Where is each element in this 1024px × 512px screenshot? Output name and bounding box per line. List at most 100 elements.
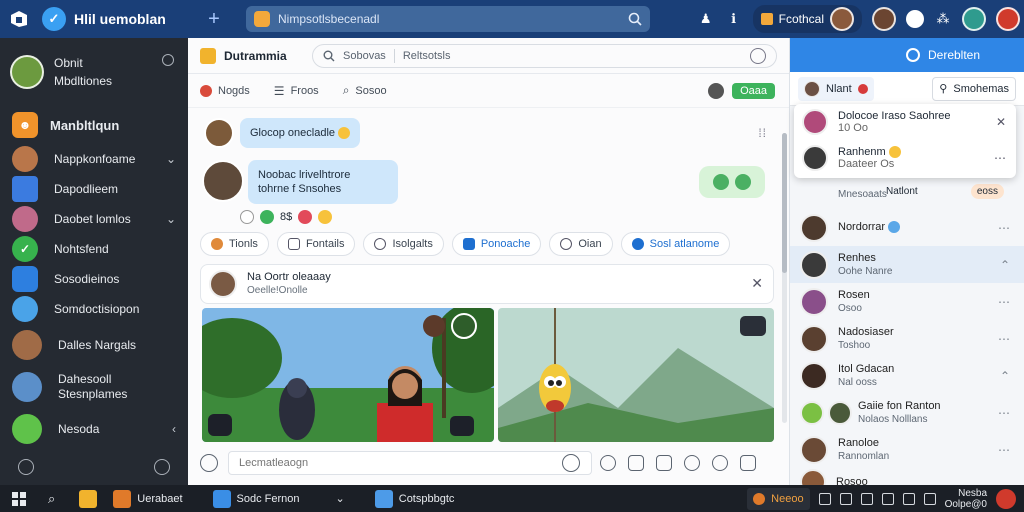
search-icon[interactable] [906,48,920,62]
history-icon[interactable] [750,47,766,64]
search-icon[interactable]: ⌕ [48,491,55,507]
online-status-button[interactable]: Oaaa [732,82,775,99]
chevron-down-icon[interactable]: ⌄ [166,152,176,166]
message-bubble[interactable]: Noobac lrivelhtrore tohrne f Snsohes [248,160,398,204]
more-icon[interactable]: ⋯ [998,221,1010,235]
image-icon[interactable] [628,455,644,471]
contact-row[interactable]: Gaiie fon Ranton Nolaos Nolllans ⋯ [790,394,1024,431]
taskbar-app[interactable]: Uerabaet [107,488,188,510]
sticker-icon[interactable] [684,455,700,471]
add-reaction-icon[interactable] [240,210,254,224]
clock-icon[interactable] [162,54,174,66]
search-scope-a[interactable]: Sobovas [343,50,386,62]
message-bubble[interactable]: Glocop onecladle [240,118,361,148]
taskbar-app[interactable]: Sodc Fernon ⌄ [207,488,351,510]
gear-icon[interactable] [154,459,170,475]
start-icon[interactable] [12,491,26,506]
emoji-icon[interactable] [562,454,580,472]
contact-row[interactable]: Itol Gdacan Nal ooss ⌃ [790,357,1024,394]
more-icon[interactable]: ⋯ [998,443,1010,457]
sidebar-item-7[interactable]: Dalles Nargals [0,324,188,366]
contact-row[interactable]: Mnesoaats Natlont eoss [790,180,1024,209]
sidebar-item-2[interactable]: Dapodlieem [0,174,188,204]
action-button[interactable]: Fontails [276,232,356,256]
notifications-icon[interactable]: ♟ [697,10,715,28]
tab-active[interactable]: Nlant [798,76,874,101]
check-reaction-icon[interactable] [260,210,274,224]
settings-icon[interactable] [18,459,34,475]
global-search[interactable] [246,6,650,32]
tab-sosoo[interactable]: ⌕ Sosoo [343,83,387,98]
video-thumbnail[interactable] [498,308,774,442]
tray-app[interactable]: Neeoo [747,487,810,510]
avatar[interactable] [996,7,1020,31]
dollar-icon[interactable] [600,455,616,471]
scrollbar-thumb[interactable] [782,133,787,273]
conversation-search[interactable]: Sobovas Reltsotsls [312,43,777,68]
grid-icon[interactable]: ⁂ [934,10,952,28]
chevron-left-icon[interactable]: ‹ [172,422,176,436]
search-scope-b[interactable]: Reltsotsls [403,50,451,62]
more-icon[interactable]: ⋯ [998,406,1010,420]
quick-reply-chip[interactable] [699,166,765,198]
chevron-down-icon[interactable]: ⌄ [166,212,176,226]
gif-icon[interactable] [656,455,672,471]
app-badge-icon[interactable]: ✓ [42,7,66,31]
shield-icon[interactable] [860,492,873,505]
tab-nogds[interactable]: Nogds [200,84,250,97]
more-icon[interactable]: ⋯ [994,151,1006,165]
battery-icon[interactable] [902,492,915,505]
more-icon[interactable]: ⋯ [998,332,1010,346]
heart-reaction-icon[interactable] [298,210,313,224]
attachment-icon[interactable] [200,454,218,472]
post-card[interactable]: Na Oortr oleaaay Oeelle!Onolle ✕ [200,264,774,304]
action-button[interactable]: Tionls [200,232,269,256]
tab-secondary[interactable]: ⚲ Smohemas [932,76,1016,101]
popup-row[interactable]: Dolocoe Iraso Saohree 10 Oo ✕ [794,104,1016,140]
close-icon[interactable]: ✕ [996,115,1006,129]
contact-row[interactable]: Rosen Osoo ⋯ [790,283,1024,320]
clock-icon[interactable] [712,455,728,471]
avatar[interactable] [962,7,986,31]
profile-pill[interactable]: Fcothcal [752,5,862,33]
taskbar-app[interactable] [73,488,103,510]
chevron-up-icon[interactable]: ⌃ [1000,369,1010,383]
chevron-down-icon[interactable]: ⌄ [336,492,345,505]
send-icon[interactable] [740,455,756,471]
sidebar-item-4[interactable]: ✓ Nohtsfend [0,234,188,264]
more-icon[interactable]: ⋯ [998,295,1010,309]
sidebar-item-3[interactable]: Daobet lomlos ⌄ [0,204,188,234]
action-button[interactable]: Sosl atlanome [620,232,731,256]
action-button[interactable]: Oian [549,232,613,256]
sidebar-item-8[interactable]: Dahesooll Stesnplames [0,366,188,408]
avatar[interactable] [996,488,1016,509]
search-icon[interactable] [628,12,642,26]
volume-icon[interactable] [923,492,936,505]
contact-row[interactable]: Nordorrar ⋯ [790,209,1024,246]
sidebar-item-6[interactable]: Somdoctisiopon [0,294,188,324]
action-button[interactable]: Isolgalts [363,232,444,256]
sidebar-item-featured[interactable]: ☻ Manbltlqun [0,106,188,144]
sidebar-item-9[interactable]: Nesoda ‹ [0,408,188,450]
link-icon[interactable] [839,492,852,505]
drag-handle-icon[interactable]: ⁞⁞ [758,126,767,140]
contact-row[interactable]: Ranoloe Rannomlan ⋯ [790,431,1024,468]
sidebar-item-5[interactable]: Sosodieinos [0,264,188,294]
contact-row[interactable]: Renhes Oohe Nanre ⌃ [790,246,1024,283]
popup-row[interactable]: Ranhenm Daateer Os ⋯ [794,140,1016,176]
sidebar-profile[interactable]: Obnit Mbdltiones [0,38,188,106]
network-icon[interactable] [818,492,831,505]
contact-row[interactable]: Nadosiaser Toshoo ⋯ [790,320,1024,357]
taskbar-clock[interactable]: Nesba Oolpe@0 [945,488,987,510]
chevron-up-icon[interactable]: ⌃ [1000,258,1010,272]
sidebar-item-1[interactable]: Nappkonfoame ⌄ [0,144,188,174]
close-icon[interactable]: ✕ [751,275,763,292]
info-icon[interactable]: ℹ [725,10,743,28]
global-search-input[interactable] [278,12,628,26]
emoji-icon[interactable] [906,10,924,28]
scrollbar[interactable] [782,133,787,423]
taskbar-app[interactable]: Cotspbbgtc [369,488,461,510]
message-input[interactable] [228,451,592,475]
avatar[interactable] [872,7,896,31]
wifi-icon[interactable] [881,492,894,505]
